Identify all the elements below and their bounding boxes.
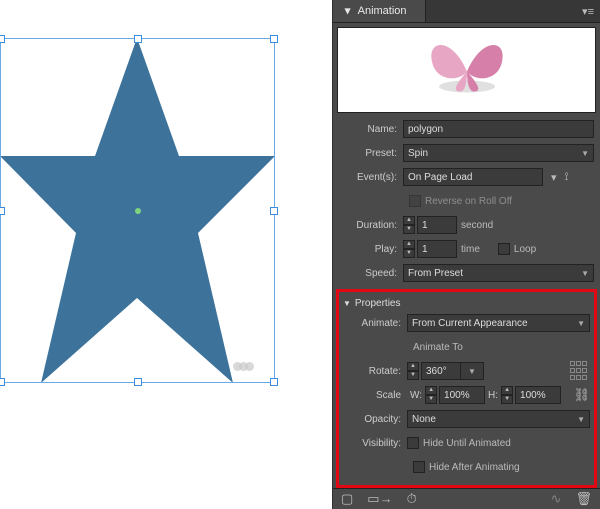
duration-input[interactable]	[417, 216, 457, 234]
tab-animation[interactable]: ▶ Animation	[333, 0, 426, 22]
reverse-on-rolloff-label: Reverse on Roll Off	[425, 196, 512, 207]
rotate-input[interactable]	[421, 362, 461, 380]
name-label: Name:	[339, 124, 403, 135]
preview-spread-icon[interactable]: ▢	[341, 491, 353, 507]
play-stepper[interactable]: ▲▼	[403, 240, 415, 258]
canvas[interactable]	[0, 0, 330, 509]
scale-w-label: W:	[410, 390, 422, 401]
timing-panel-icon[interactable]: ⏱	[407, 491, 417, 507]
speed-dropdown[interactable]: From Preset▼	[403, 264, 594, 282]
resize-handle-br[interactable]	[270, 378, 278, 386]
name-input[interactable]	[403, 120, 594, 138]
resize-handle-l[interactable]	[0, 207, 5, 215]
properties-highlight: ▼Properties Animate: From Current Appear…	[336, 289, 597, 488]
constrain-proportions-icon[interactable]: ⛓	[573, 387, 590, 403]
anchor-point[interactable]	[135, 208, 141, 214]
animate-to-heading: Animate To	[413, 342, 463, 353]
hide-until-animated-checkbox[interactable]	[407, 437, 419, 449]
resize-handle-tl[interactable]	[0, 35, 5, 43]
scale-h-stepper[interactable]: ▲▼	[501, 386, 513, 404]
panel-menu-icon[interactable]: ▾≡	[582, 5, 594, 18]
panel-footer: ▢ ▭→ ⏱ ∿ 🗑	[333, 488, 600, 509]
motion-path-indicator	[236, 362, 254, 374]
convert-to-path-icon[interactable]: ∿	[551, 491, 562, 507]
events-dropdown[interactable]: On Page Load	[403, 168, 543, 186]
properties-disclosure[interactable]: ▼Properties	[343, 298, 590, 309]
rotate-label: Rotate:	[343, 366, 407, 377]
loop-checkbox[interactable]	[498, 243, 510, 255]
speed-label: Speed:	[339, 268, 403, 279]
panel-title: Animation	[358, 5, 407, 17]
resize-handle-t[interactable]	[134, 35, 142, 43]
animate-label: Animate:	[343, 318, 407, 329]
play-label: Play:	[339, 244, 403, 255]
resize-handle-b[interactable]	[134, 378, 142, 386]
rotate-direction-dropdown[interactable]: ▼	[460, 362, 484, 380]
animation-panel: ▶ Animation ▾≡ Name: Preset: Spin▼ Event…	[332, 0, 600, 509]
hide-after-animating-checkbox[interactable]	[413, 461, 425, 473]
scale-h-label: H:	[488, 390, 498, 401]
scale-label: Scale	[343, 390, 407, 401]
play-unit: time	[461, 244, 480, 255]
show-proxy-icon[interactable]: ▭→	[367, 491, 392, 507]
butterfly-icon	[422, 32, 512, 102]
resize-handle-bl[interactable]	[0, 378, 5, 386]
opacity-dropdown[interactable]: None▼	[407, 410, 590, 428]
events-menu-icon[interactable]: ▾	[551, 171, 557, 184]
resize-handle-tr[interactable]	[270, 35, 278, 43]
rotate-stepper[interactable]: ▲▼	[407, 362, 419, 380]
events-label: Event(s):	[339, 172, 403, 183]
selection-bounding-box[interactable]	[0, 38, 275, 383]
origin-proxy-icon[interactable]	[570, 361, 590, 381]
panel-tab-bar: ▶ Animation ▾≡	[333, 0, 600, 23]
resize-handle-r[interactable]	[270, 207, 278, 215]
scale-w-stepper[interactable]: ▲▼	[425, 386, 437, 404]
hide-until-animated-label: Hide Until Animated	[423, 438, 511, 449]
preset-dropdown[interactable]: Spin▼	[403, 144, 594, 162]
trash-icon[interactable]: 🗑	[575, 491, 592, 507]
play-input[interactable]	[417, 240, 457, 258]
loop-label: Loop	[514, 244, 536, 255]
animation-preview[interactable]	[337, 27, 596, 113]
preset-label: Preset:	[339, 148, 403, 159]
hide-after-animating-label: Hide After Animating	[429, 462, 520, 473]
visibility-label: Visibility:	[343, 438, 407, 449]
duration-stepper[interactable]: ▲▼	[403, 216, 415, 234]
reverse-on-rolloff-checkbox	[409, 195, 421, 207]
scale-h-input[interactable]	[515, 386, 561, 404]
scale-w-input[interactable]	[439, 386, 485, 404]
duration-label: Duration:	[339, 220, 403, 231]
duration-unit: second	[461, 220, 493, 231]
opacity-label: Opacity:	[343, 414, 407, 425]
create-button-trigger-icon[interactable]: ⟟	[565, 171, 569, 184]
animate-dropdown[interactable]: From Current Appearance▼	[407, 314, 590, 332]
